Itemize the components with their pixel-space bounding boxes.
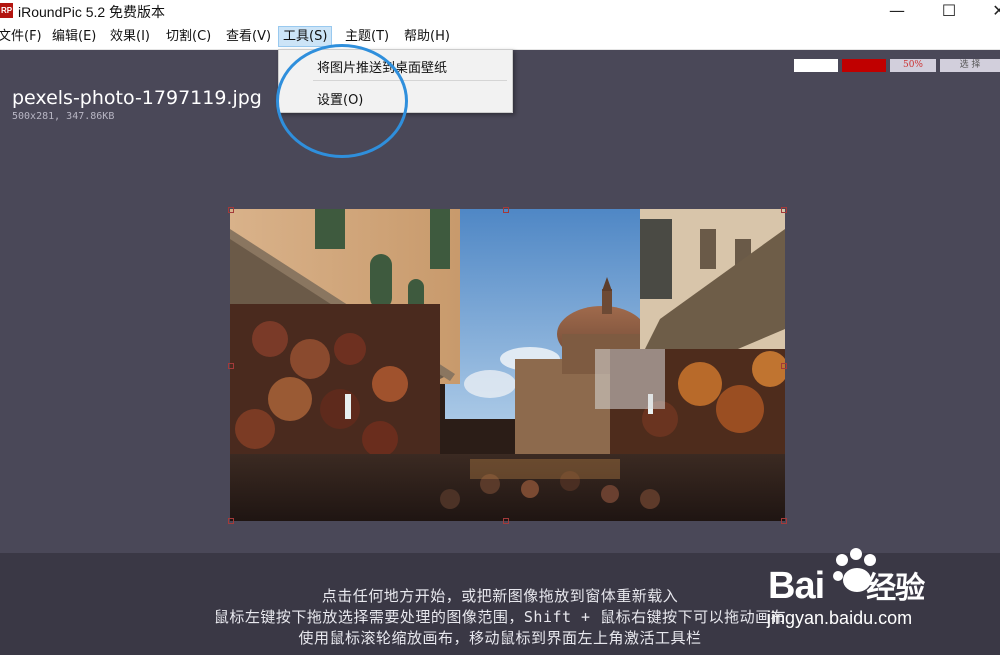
resize-handle-tr[interactable] — [781, 207, 787, 213]
hint-line-3: 使用鼠标滚轮缩放画布，移动鼠标到界面左上角激活工具栏 — [298, 629, 702, 647]
resize-handle-tl[interactable] — [228, 207, 234, 213]
border-red-swatch[interactable] — [842, 59, 886, 72]
menu-help[interactable]: 帮助(H) — [400, 27, 454, 46]
resize-handle-mr[interactable] — [781, 363, 787, 369]
market-street-photo — [230, 209, 785, 521]
resize-handle-bc[interactable] — [503, 518, 509, 524]
menu-file[interactable]: 文件(F) — [0, 27, 46, 46]
app-logo: RP — [0, 3, 13, 18]
menu-item-settings[interactable]: 设置(O) — [317, 89, 363, 108]
baidu-watermark: Bai 经验 — [768, 565, 925, 607]
maximize-button[interactable]: ☐ — [926, 0, 972, 24]
image-canvas[interactable] — [230, 209, 785, 521]
select-button[interactable]: 选 择 — [940, 59, 1000, 72]
resize-handle-br[interactable] — [781, 518, 787, 524]
menu-theme[interactable]: 主题(T) — [341, 27, 393, 46]
tools-dropdown: 将图片推送到桌面壁纸 设置(O) — [278, 49, 513, 113]
menu-separator — [313, 80, 507, 81]
menu-bar: 文件(F) 编辑(E) 效果(I) 切割(C) 查看(V) 工具(S) 主题(T… — [0, 24, 1000, 50]
window-title: iRoundPic 5.2 免费版本 — [18, 4, 166, 20]
resize-handle-tc[interactable] — [503, 207, 509, 213]
menu-tools[interactable]: 工具(S) — [278, 26, 333, 47]
close-button[interactable]: ✕ — [976, 0, 1000, 24]
menu-effect[interactable]: 效果(I) — [106, 27, 154, 46]
menu-cut[interactable]: 切割(C) — [162, 27, 215, 46]
background-white-swatch[interactable] — [794, 59, 838, 72]
menu-edit[interactable]: 编辑(E) — [48, 27, 100, 46]
minimize-button[interactable]: — — [874, 0, 920, 24]
zoom-level-button[interactable]: 50% — [890, 59, 936, 72]
resize-handle-ml[interactable] — [228, 363, 234, 369]
menu-view[interactable]: 查看(V) — [222, 27, 275, 46]
file-name: pexels-photo-1797119.jpg — [12, 87, 262, 109]
file-meta: 500x281, 347.86KB — [12, 111, 115, 122]
title-bar: RP iRoundPic 5.2 免费版本 — ☐ ✕ — [0, 0, 1000, 24]
watermark-url: jingyan.baidu.com — [767, 608, 913, 628]
menu-item-set-wallpaper[interactable]: 将图片推送到桌面壁纸 — [317, 57, 447, 76]
resize-handle-bl[interactable] — [228, 518, 234, 524]
